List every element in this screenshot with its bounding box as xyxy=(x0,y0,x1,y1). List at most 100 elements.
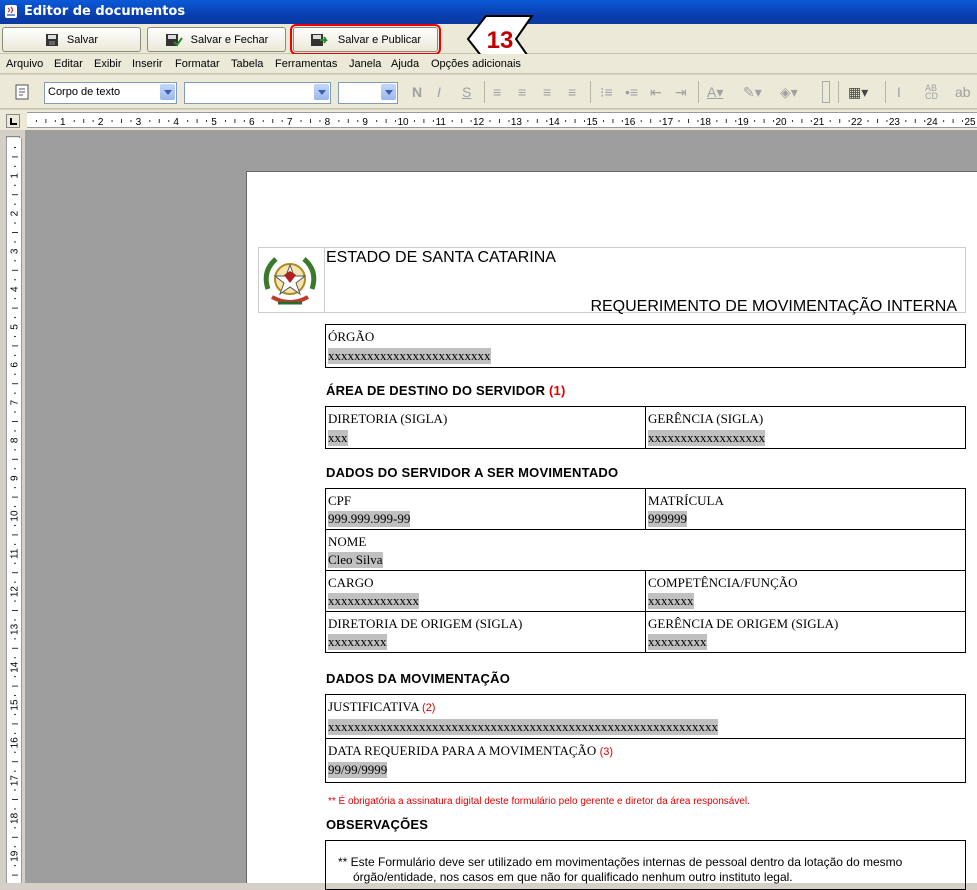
align-justify-icon[interactable]: ≡ xyxy=(568,84,576,100)
ruler-label: 18 xyxy=(10,812,21,824)
font-color-icon[interactable]: A▾ xyxy=(707,84,723,101)
menu-exibir[interactable]: Exibir xyxy=(94,58,122,70)
font-select[interactable] xyxy=(184,82,331,104)
tab-stop-selector[interactable] xyxy=(6,114,20,128)
spellcheck-icon[interactable]: AB CD xyxy=(925,84,938,101)
menu-opcoes-adicionais[interactable]: Opções adicionais xyxy=(431,58,521,70)
note-2: (2) xyxy=(422,702,436,714)
save-button[interactable]: Salvar xyxy=(2,27,141,52)
autocorrect-icon[interactable]: ab xyxy=(955,84,971,100)
note-3: (3) xyxy=(599,746,614,758)
competencia-field[interactable]: xxxxxxx xyxy=(648,593,694,609)
menu-tabela[interactable]: Tabela xyxy=(231,58,263,70)
gerencia-cell: GERÊNCIA (SIGLA) xxxxxxxxxxxxxxxxxx xyxy=(645,406,966,449)
dir-origem-field[interactable]: xxxxxxxxx xyxy=(328,634,387,650)
increase-indent-icon[interactable]: ⇥ xyxy=(675,84,687,101)
bold-icon[interactable]: N xyxy=(412,84,422,100)
save-publish-label: Salvar e Publicar xyxy=(337,33,422,46)
ruler-label: 24 xyxy=(927,117,939,128)
ruler-label: 5 xyxy=(211,117,217,128)
align-right-icon[interactable]: ≡ xyxy=(543,84,551,100)
ruler-label: 14 xyxy=(549,117,561,128)
ruler-label: 1 xyxy=(60,117,66,128)
style-select[interactable]: Corpo de texto xyxy=(44,82,177,104)
menu-janela[interactable]: Janela xyxy=(349,58,381,70)
menu-formatar[interactable]: Formatar xyxy=(175,58,220,70)
java-icon xyxy=(5,5,17,18)
nome-field[interactable]: Cleo Silva xyxy=(328,552,383,568)
ger-origem-field[interactable]: xxxxxxxxx xyxy=(648,634,707,650)
data-label-row: DATA REQUERIDA PARA A MOVIMENTAÇÃO (3) xyxy=(328,743,613,759)
underline-icon[interactable]: S xyxy=(462,84,471,100)
text-cursor-icon[interactable]: I xyxy=(897,84,901,100)
toolbar-overflow-handle[interactable] xyxy=(822,81,830,103)
callout-number: 13 xyxy=(487,27,514,54)
justificativa-field[interactable]: xxxxxxxxxxxxxxxxxxxxxxxxxxxxxxxxxxxxxxxx… xyxy=(328,719,718,735)
menu-inserir[interactable]: Inserir xyxy=(132,58,163,70)
ruler-label: 5 xyxy=(10,324,21,330)
align-left-icon[interactable]: ≡ xyxy=(493,84,501,100)
data-cell: DATA REQUERIDA PARA A MOVIMENTAÇÃO (3) 9… xyxy=(325,738,966,783)
styles-icon[interactable] xyxy=(14,83,32,101)
ruler-ticks: 1 2 3 4 5 6 7 8 9 10 11 12 13 14 15 16 17 18 19 20 21 22 23 24 2… xyxy=(35,117,976,128)
style-select-value: Corpo de texto xyxy=(48,86,121,98)
menu-bar: Arquivo Editar Exibir Inserir Formatar T… xyxy=(0,54,977,74)
cargo-field[interactable]: xxxxxxxxxxxxxx xyxy=(328,593,419,609)
section-area-destino: ÁREA DE DESTINO DO SERVIDOR (1) xyxy=(326,383,566,398)
ruler-label: 1 xyxy=(10,173,21,179)
ruler-label: 4 xyxy=(10,286,21,292)
italic-icon[interactable]: I xyxy=(437,84,441,100)
menu-ajuda[interactable]: Ajuda xyxy=(391,58,419,70)
ruler-label: 16 xyxy=(10,737,21,749)
orgao-field[interactable]: xxxxxxxxxxxxxxxxxxxxxxxxx xyxy=(328,348,491,364)
ruler-label: 11 xyxy=(436,117,447,128)
menu-editar[interactable]: Editar xyxy=(54,58,83,70)
numbered-list-icon[interactable]: ⁝≡ xyxy=(600,84,613,101)
ruler-label: 6 xyxy=(249,117,255,128)
bullet-list-icon[interactable]: •≡ xyxy=(625,84,638,100)
highlight-icon[interactable]: ✎▾ xyxy=(743,84,762,101)
gerencia-field[interactable]: xxxxxxxxxxxxxxxxxx xyxy=(648,430,765,446)
nome-label: NOME xyxy=(328,534,367,549)
coat-of-arms-logo xyxy=(263,257,317,305)
ruler-label: 20 xyxy=(775,117,787,128)
table-icon[interactable]: ▦▾ xyxy=(848,84,868,101)
data-field[interactable]: 99/99/9999 xyxy=(328,762,388,778)
size-select[interactable] xyxy=(338,82,398,104)
ruler-label: 3 xyxy=(10,248,21,254)
ruler-label: 15 xyxy=(586,117,598,128)
decrease-indent-icon[interactable]: ⇤ xyxy=(650,84,662,101)
document-page[interactable]: ESTADO DE SANTA CATARINA REQUERIMENTO DE… xyxy=(246,171,977,890)
diretoria-field[interactable]: xxx xyxy=(328,430,348,446)
competencia-label: COMPETÊNCIA/FUNÇÃO xyxy=(648,575,798,590)
menu-arquivo[interactable]: Arquivo xyxy=(6,58,43,70)
ruler-label: 10 xyxy=(10,510,21,522)
menu-ferramentas[interactable]: Ferramentas xyxy=(275,58,337,70)
separator xyxy=(484,81,485,103)
floppy-publish-icon xyxy=(310,33,328,46)
ruler-label: 10 xyxy=(397,117,409,128)
header-divider xyxy=(324,247,325,313)
save-publish-button[interactable]: Salvar e Publicar xyxy=(290,24,441,55)
diretoria-cell: DIRETORIA (SIGLA) xxx xyxy=(325,406,646,449)
ruler-ticks: 12345678910111213141516171819 xyxy=(10,146,21,876)
save-close-button[interactable]: Salvar e Fechar xyxy=(147,27,286,52)
ruler-label: 21 xyxy=(813,117,825,128)
matricula-field[interactable]: 999999 xyxy=(648,511,687,527)
horizontal-ruler[interactable]: 1 2 3 4 5 6 7 8 9 10 11 12 13 14 15 16 17 18 19 20 21 22 23 24 2… xyxy=(27,112,977,128)
cpf-field[interactable]: 999.999.999-99 xyxy=(328,511,411,527)
floppy-icon xyxy=(45,33,58,46)
ruler-label: 14 xyxy=(10,661,21,673)
observacoes-title: OBSERVAÇÕES xyxy=(326,817,429,832)
diretoria-label: DIRETORIA (SIGLA) xyxy=(328,411,448,426)
orgao-label: ÓRGÃO xyxy=(328,329,375,344)
vertical-ruler[interactable]: 1 2 3 4 5 6 7 8 9 10 11 12 13 14 15 16 17 18 19 xyxy=(6,138,22,883)
format-toolbar: Corpo de texto N I S ≡ ≡ ≡ ≡ ⁝≡ •≡ ⇤ ⇥ A… xyxy=(0,75,977,109)
note-1: (1) xyxy=(549,383,566,398)
align-center-icon[interactable]: ≡ xyxy=(518,84,526,100)
ruler-label: 6 xyxy=(10,362,21,368)
ruler-label: 12 xyxy=(10,586,21,598)
ruler-label: 13 xyxy=(511,117,523,128)
background-color-icon[interactable]: ◈▾ xyxy=(780,84,798,101)
ruler-label: 19 xyxy=(10,850,21,862)
